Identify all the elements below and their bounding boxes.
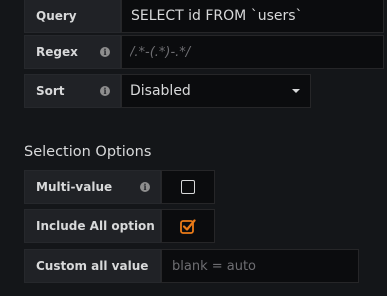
info-icon[interactable]: i [100, 47, 110, 57]
sort-select[interactable]: Disabled [121, 74, 311, 108]
info-icon[interactable]: i [140, 182, 150, 192]
include-all-row: Include All option [24, 209, 215, 243]
regex-label: Regex i [24, 35, 121, 69]
sort-row: Sort i Disabled [24, 74, 311, 108]
query-label-text: Query [36, 9, 77, 23]
caret-down-icon [292, 89, 300, 93]
custom-all-input[interactable] [161, 249, 359, 283]
include-all-toggle[interactable] [161, 209, 215, 243]
selection-options-title: Selection Options [24, 144, 152, 160]
custom-all-label: Custom all value [24, 249, 161, 283]
custom-all-field[interactable] [172, 258, 358, 274]
query-value: SELECT id FROM `users` [131, 8, 303, 24]
multi-value-row: Multi-value i [24, 170, 215, 204]
checkbox-unchecked-icon[interactable] [181, 180, 195, 194]
include-all-label-text: Include All option [36, 219, 155, 233]
include-all-label: Include All option [24, 209, 161, 243]
multi-value-label: Multi-value i [24, 170, 161, 204]
regex-field[interactable] [130, 44, 383, 60]
checkbox-checked-icon[interactable] [180, 218, 196, 234]
query-input[interactable]: SELECT id FROM `users` [121, 0, 384, 33]
regex-label-text: Regex [36, 45, 78, 59]
query-row: Query SELECT id FROM `users` [24, 0, 384, 33]
sort-selected-value: Disabled [130, 83, 191, 99]
multi-value-label-text: Multi-value [36, 180, 113, 194]
regex-row: Regex i [24, 35, 384, 69]
custom-all-row: Custom all value [24, 249, 359, 283]
sort-label: Sort i [24, 74, 121, 108]
sort-label-text: Sort [36, 84, 65, 98]
info-icon[interactable]: i [100, 86, 110, 96]
custom-all-label-text: Custom all value [36, 259, 149, 273]
regex-input[interactable] [121, 35, 384, 69]
multi-value-toggle[interactable] [161, 170, 215, 204]
query-label: Query [24, 0, 121, 33]
